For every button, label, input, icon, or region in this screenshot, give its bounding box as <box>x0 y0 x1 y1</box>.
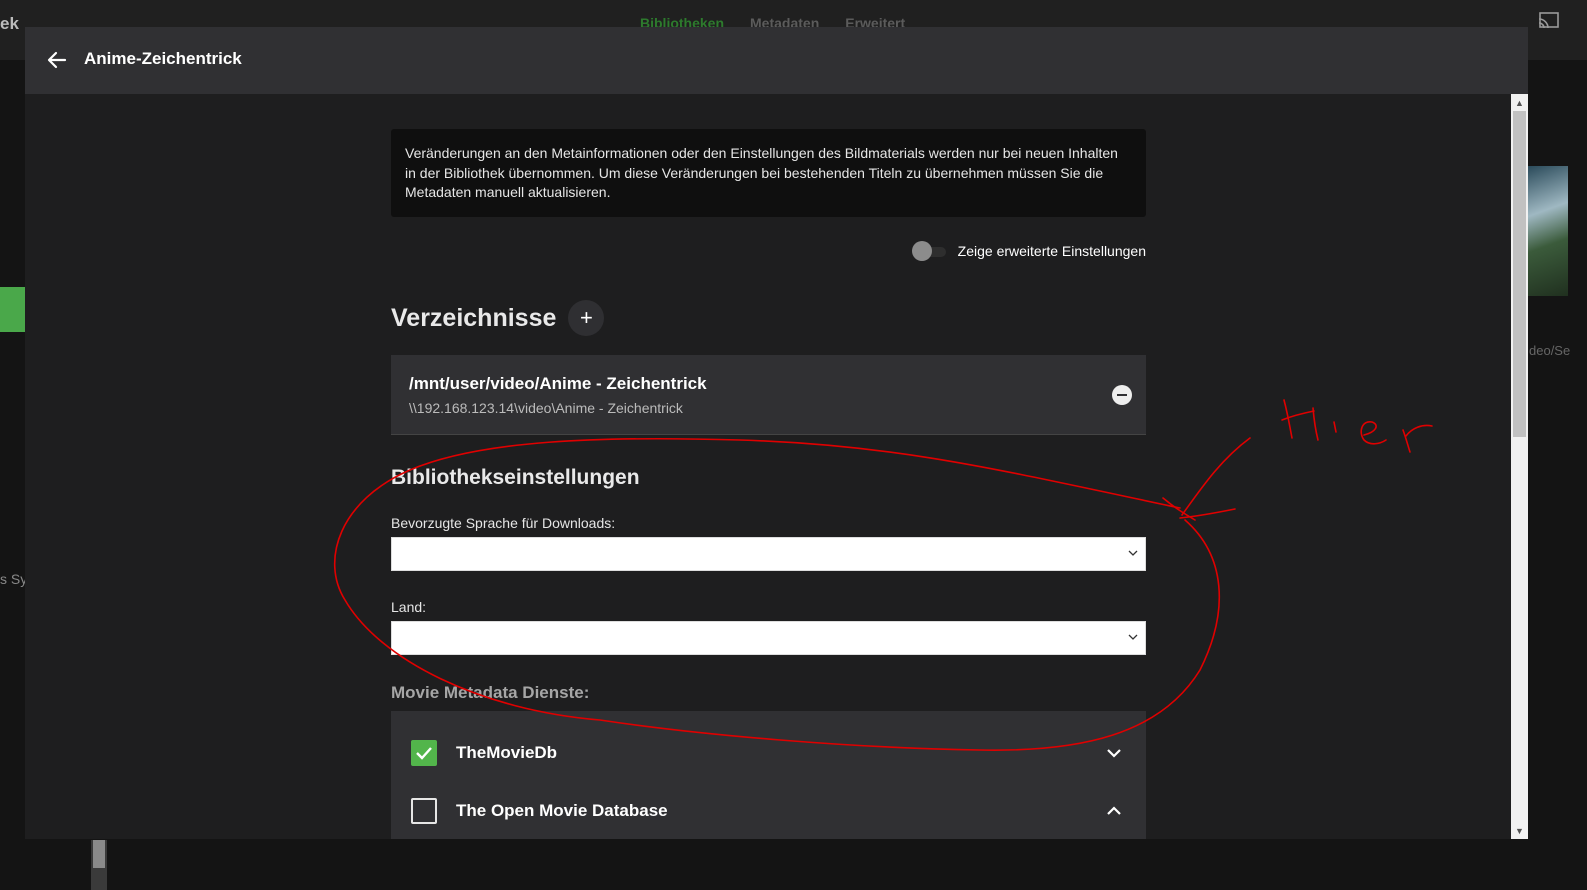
country-select[interactable] <box>391 621 1146 655</box>
language-select[interactable] <box>391 537 1146 571</box>
folder-network-path: \\192.168.123.14\video\Anime - Zeichentr… <box>409 400 683 416</box>
dialog-header: Anime-Zeichentrick <box>25 27 1528 94</box>
scroll-up-arrow-icon[interactable]: ▲ <box>1511 94 1528 111</box>
dialog-content: Veränderungen an den Metainformationen o… <box>391 129 1146 839</box>
folders-header: Verzeichnisse + <box>391 300 605 336</box>
chevron-up-icon[interactable] <box>1102 799 1126 823</box>
toggle-switch[interactable] <box>911 241 948 261</box>
country-label: Land: <box>391 599 427 615</box>
scrollbar-thumb[interactable] <box>1513 111 1526 437</box>
metadata-notice: Veränderungen an den Metainformationen o… <box>391 129 1146 217</box>
background-scrollbar-thumb[interactable] <box>93 840 105 868</box>
add-folder-button[interactable]: + <box>568 300 605 336</box>
toggle-knob <box>911 241 932 261</box>
folders-title: Verzeichnisse <box>391 303 557 332</box>
checkbox-unchecked[interactable] <box>411 798 437 824</box>
advanced-settings-toggle[interactable]: Zeige erweiterte Einstellungen <box>911 241 1146 261</box>
dialog-scrollbar[interactable]: ▲ ▼ <box>1511 94 1528 839</box>
metadata-service-omdb[interactable]: The Open Movie Database <box>411 791 1126 831</box>
background-poster-thumbnail <box>1528 166 1568 296</box>
back-arrow-icon[interactable] <box>45 48 69 72</box>
folder-item[interactable]: /mnt/user/video/Anime - Zeichentrick \\1… <box>391 355 1146 435</box>
advanced-settings-label: Zeige erweiterte Einstellungen <box>957 243 1146 259</box>
chevron-down-icon <box>1128 550 1138 556</box>
metadata-service-name: TheMovieDb <box>456 743 558 762</box>
checkbox-checked[interactable] <box>411 740 437 766</box>
cast-icon[interactable] <box>1538 12 1560 30</box>
metadata-services-label: Movie Metadata Dienste: <box>391 683 590 702</box>
metadata-service-themoviedb[interactable]: TheMovieDb <box>411 733 1126 773</box>
dialog-title: Anime-Zeichentrick <box>84 49 242 68</box>
metadata-service-name: The Open Movie Database <box>456 801 668 820</box>
library-edit-dialog: Anime-Zeichentrick Veränderungen an den … <box>25 27 1528 839</box>
background-right-text: deo/Se <box>1529 343 1571 358</box>
remove-folder-icon[interactable] <box>1112 385 1132 405</box>
language-label: Bevorzugte Sprache für Downloads: <box>391 515 616 531</box>
library-settings-title: Bibliothekseinstellungen <box>391 466 640 489</box>
chevron-down-icon[interactable] <box>1102 741 1126 765</box>
chevron-down-icon <box>1128 634 1138 640</box>
checkmark-icon <box>416 747 432 760</box>
metadata-services-list: TheMovieDb The Open Movie Database <box>391 711 1146 839</box>
folder-path: /mnt/user/video/Anime - Zeichentrick <box>409 374 707 393</box>
background-brand-fragment: ek <box>0 14 19 33</box>
scroll-down-arrow-icon[interactable]: ▼ <box>1511 822 1528 839</box>
background-sidebar-active-item <box>0 287 25 332</box>
